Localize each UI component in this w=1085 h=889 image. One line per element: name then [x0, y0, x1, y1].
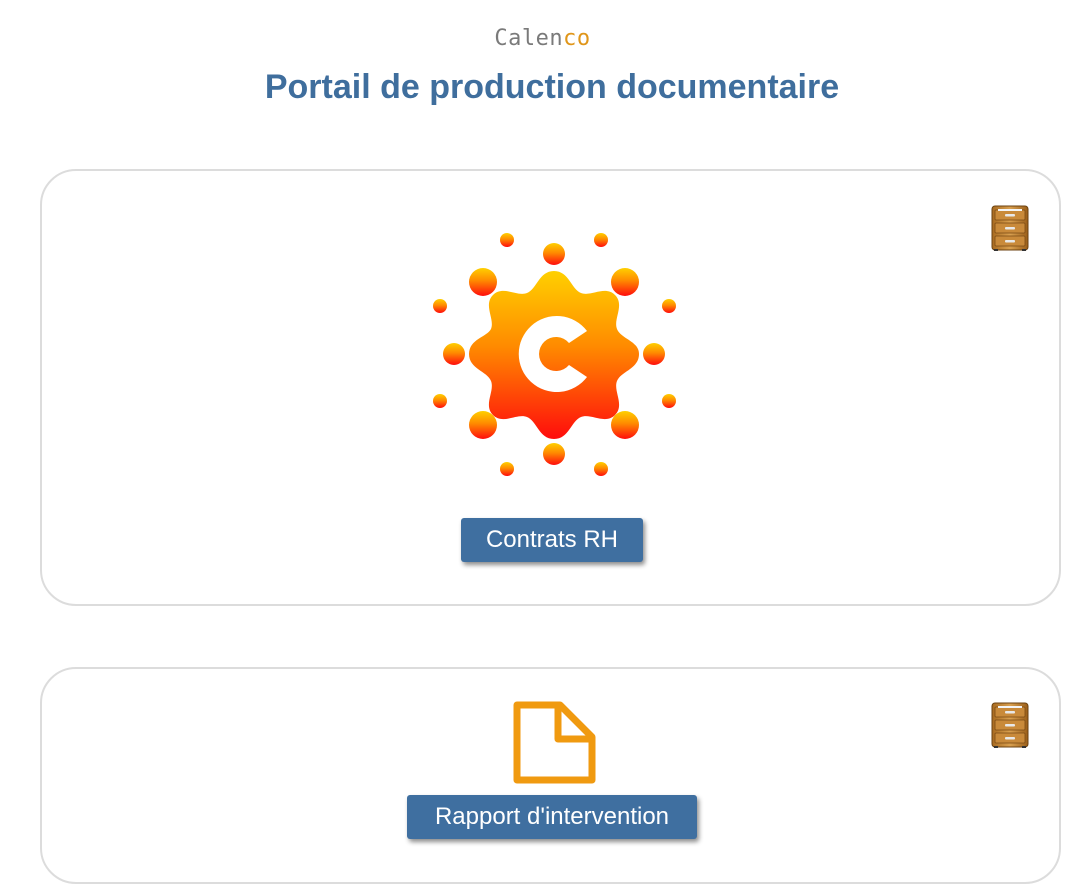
portal-page: Calenco Portail de production documentai… [0, 0, 1085, 889]
filing-cabinet-icon[interactable] [991, 701, 1029, 749]
brand-main-text: Calen [494, 26, 564, 51]
contrats-rh-button[interactable]: Contrats RH [461, 518, 643, 562]
calenco-sun-logo-icon [433, 233, 676, 476]
rapport-intervention-button[interactable]: Rapport d'intervention [407, 795, 697, 839]
filing-cabinet-icon[interactable] [991, 204, 1029, 252]
card-rapport-intervention: Rapport d'intervention [40, 667, 1061, 884]
brand-accent-text: co [563, 26, 591, 51]
page-title: Portail de production documentaire [264, 68, 840, 106]
calenco-logo: Calenco [0, 26, 1085, 51]
card-contrats-rh: Contrats RH [40, 169, 1061, 606]
document-icon [513, 701, 596, 784]
